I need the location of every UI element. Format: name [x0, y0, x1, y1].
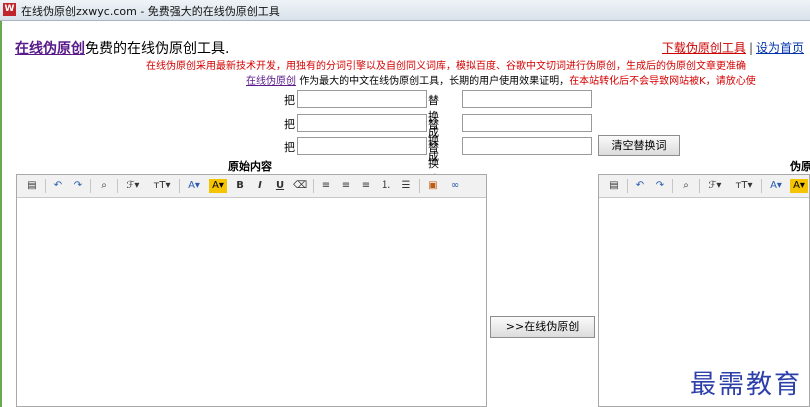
toolbar-separator	[672, 179, 673, 193]
bold-icon[interactable]: B	[233, 179, 247, 193]
intro-text-red: 在本站转化后不会导致网站被K，请放心使	[569, 76, 756, 87]
brand-suffix: 免费的在线伪原创工具.	[85, 41, 230, 57]
replace-from-input[interactable]	[297, 137, 427, 155]
download-tool-link[interactable]: 下载伪原创工具	[662, 41, 746, 55]
intro-line-2: 在线伪原创 作为最大的中文在线伪原创工具，长期的用户使用效果证明，在本站转化后不…	[246, 72, 756, 87]
watermark-text: 最需教育	[690, 370, 803, 400]
highlight-icon[interactable]: A▾	[209, 179, 227, 193]
toolbar-separator	[313, 179, 314, 193]
redo-icon[interactable]: ↷	[653, 179, 667, 193]
toolbar-separator	[179, 179, 180, 193]
source-icon[interactable]: ▤	[25, 179, 39, 193]
original-editor-toolbar: ▤ ↶ ↷ ⌕ ℱ▾ ᴛT▾ A▾ A▾ B I U ⌫ ≡ ≡ ≡ ⒈ ☰ ▣…	[17, 175, 486, 198]
font-size-icon[interactable]: ᴛT▾	[733, 179, 755, 193]
window-title: 在线伪原创zxwyc.com - 免费强大的在线伪原创工具	[21, 5, 280, 18]
intro-text-black: 作为最大的中文在线伪原创工具，长期的用户使用效果证明，	[299, 76, 570, 87]
image-icon[interactable]: ▣	[425, 179, 441, 193]
align-left-icon[interactable]: ≡	[319, 179, 333, 193]
original-content-title: 原始内容	[228, 160, 272, 173]
toolbar-separator	[761, 179, 762, 193]
app-icon: W	[3, 3, 16, 16]
replace-to-input[interactable]	[462, 114, 592, 132]
redo-icon[interactable]: ↷	[71, 179, 85, 193]
page-heading: 在线伪原创免费的在线伪原创工具.	[15, 38, 229, 58]
brand-link[interactable]: 在线伪原创	[15, 41, 85, 57]
font-color-icon[interactable]: A▾	[185, 179, 203, 193]
toolbar-separator	[90, 179, 91, 193]
ordered-list-icon[interactable]: ⒈	[379, 179, 393, 193]
result-content-title: 伪原	[790, 160, 810, 173]
set-homepage-link[interactable]: 设为首页	[756, 41, 804, 55]
replace-from-label: 把	[284, 118, 295, 131]
window-titlebar: W 在线伪原创zxwyc.com - 免费强大的在线伪原创工具	[0, 0, 810, 21]
undo-icon[interactable]: ↶	[51, 179, 65, 193]
intro-line-1: 在线伪原创采用最新技术开发，用独有的分词引擎以及自创同义词库，模拟百度、谷歌中文…	[146, 61, 746, 72]
replace-to-input[interactable]	[462, 90, 592, 108]
highlight-icon[interactable]: A▾	[790, 179, 808, 193]
replace-from-input[interactable]	[297, 90, 427, 108]
original-editor: ▤ ↶ ↷ ⌕ ℱ▾ ᴛT▾ A▾ A▾ B I U ⌫ ≡ ≡ ≡ ⒈ ☰ ▣…	[16, 174, 487, 407]
align-center-icon[interactable]: ≡	[339, 179, 353, 193]
left-edge-strip	[0, 21, 2, 407]
font-size-icon[interactable]: ᴛT▾	[151, 179, 173, 193]
font-family-icon[interactable]: ℱ▾	[705, 179, 725, 193]
align-right-icon[interactable]: ≡	[359, 179, 373, 193]
italic-icon[interactable]: I	[253, 179, 267, 193]
header-separator: |	[748, 41, 753, 55]
toolbar-separator	[699, 179, 700, 193]
find-icon[interactable]: ⌕	[97, 179, 111, 193]
replace-from-label: 把	[284, 141, 295, 154]
replace-from-input[interactable]	[297, 114, 427, 132]
intro-brand-link[interactable]: 在线伪原创	[246, 76, 296, 87]
toolbar-separator	[419, 179, 420, 193]
underline-icon[interactable]: U	[273, 179, 287, 193]
toolbar-separator	[117, 179, 118, 193]
find-icon[interactable]: ⌕	[679, 179, 693, 193]
font-color-icon[interactable]: A▾	[767, 179, 785, 193]
convert-button[interactable]: >>在线伪原创	[490, 316, 595, 338]
replace-from-label: 把	[284, 94, 295, 107]
link-icon[interactable]: ∞	[447, 179, 463, 193]
toolbar-separator	[45, 179, 46, 193]
font-family-icon[interactable]: ℱ▾	[123, 179, 143, 193]
replace-to-input[interactable]	[462, 137, 592, 155]
source-icon[interactable]: ▤	[607, 179, 621, 193]
clear-replacements-button[interactable]: 清空替换词	[598, 135, 680, 156]
eraser-icon[interactable]: ⌫	[293, 179, 307, 193]
header-links: 下载伪原创工具 | 设为首页	[662, 39, 804, 56]
undo-icon[interactable]: ↶	[633, 179, 647, 193]
unordered-list-icon[interactable]: ☰	[399, 179, 413, 193]
toolbar-separator	[627, 179, 628, 193]
result-editor-toolbar: ▤ ↶ ↷ ⌕ ℱ▾ ᴛT▾ A▾ A▾	[599, 175, 809, 198]
